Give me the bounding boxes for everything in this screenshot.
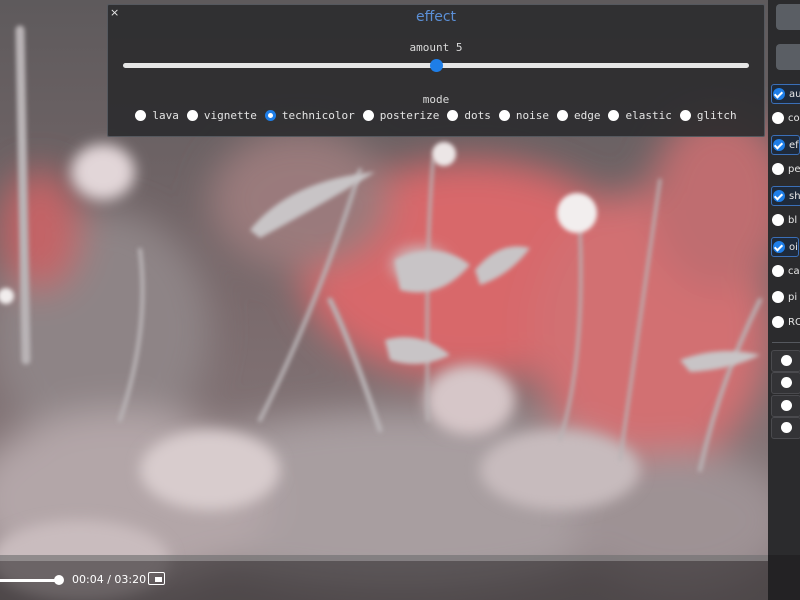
side-item-ef[interactable]: ef bbox=[771, 135, 800, 155]
side-item-label: sh bbox=[789, 190, 800, 202]
mode-option-elastic[interactable]: elastic bbox=[608, 109, 672, 122]
radio-icon[interactable] bbox=[608, 110, 620, 121]
radio-icon[interactable] bbox=[679, 110, 691, 121]
mode-label: mode bbox=[422, 93, 450, 106]
mode-option-label: elastic bbox=[625, 109, 672, 122]
picture-in-picture-icon[interactable] bbox=[148, 572, 165, 585]
radio-icon bbox=[781, 422, 792, 433]
checkbox-icon[interactable] bbox=[772, 163, 784, 175]
seek-bar[interactable] bbox=[0, 555, 768, 561]
side-item-sh[interactable]: sh bbox=[771, 186, 800, 206]
side-item-label: oi bbox=[789, 241, 798, 253]
checkbox-icon[interactable] bbox=[772, 291, 784, 303]
radio-icon[interactable] bbox=[498, 110, 510, 121]
slider-thumb[interactable] bbox=[430, 59, 443, 72]
side-item-au[interactable]: au bbox=[771, 84, 800, 104]
side-button-top[interactable] bbox=[776, 4, 800, 30]
mode-radio-group: lava vignette technicolor posterize dots nois… bbox=[108, 109, 764, 122]
side-item-pe[interactable]: pe bbox=[772, 160, 800, 178]
mode-option-lava[interactable]: lava bbox=[135, 109, 179, 122]
mode-option-technicolor[interactable]: technicolor bbox=[264, 109, 355, 122]
side-divider bbox=[772, 342, 800, 343]
side-item-pi[interactable]: pi bbox=[772, 288, 797, 306]
side-item-ca[interactable]: ca bbox=[772, 262, 800, 280]
checkbox-checked-icon[interactable] bbox=[773, 241, 785, 253]
side-mini-toggle-3[interactable] bbox=[771, 395, 800, 417]
mode-option-label: posterize bbox=[379, 109, 440, 122]
radio-icon[interactable] bbox=[264, 110, 276, 121]
side-item-label: RO bbox=[788, 316, 800, 328]
effect-panel: × effect amount 5 mode lava vignette techn… bbox=[107, 4, 765, 137]
video-control-bar: 00:04 / 03:20 bbox=[0, 555, 800, 600]
radio-icon bbox=[781, 355, 792, 366]
side-item-bl[interactable]: bl bbox=[772, 211, 797, 229]
side-item-oi[interactable]: oi bbox=[771, 237, 799, 257]
side-item-label: pe bbox=[788, 163, 800, 175]
side-item-co[interactable]: co bbox=[772, 109, 800, 127]
side-item-label: co bbox=[788, 112, 800, 124]
mode-option-posterize[interactable]: posterize bbox=[362, 109, 440, 122]
mode-option-label: edge bbox=[573, 109, 601, 122]
mode-option-label: vignette bbox=[203, 109, 257, 122]
amount-slider[interactable] bbox=[123, 59, 749, 72]
checkbox-checked-icon[interactable] bbox=[773, 190, 785, 202]
radio-icon[interactable] bbox=[556, 110, 568, 121]
side-item-ro[interactable]: RO bbox=[772, 313, 800, 331]
radio-icon bbox=[781, 377, 792, 388]
mode-option-label: technicolor bbox=[281, 109, 355, 122]
side-button-second[interactable] bbox=[776, 44, 800, 70]
side-item-label: pi bbox=[788, 291, 798, 303]
side-item-label: au bbox=[789, 88, 800, 100]
radio-icon[interactable] bbox=[135, 110, 147, 121]
checkbox-icon[interactable] bbox=[772, 112, 784, 124]
mode-option-label: dots bbox=[464, 109, 491, 122]
side-mini-toggle-2[interactable] bbox=[771, 372, 800, 394]
side-item-label: ef bbox=[789, 139, 799, 151]
mode-option-vignette[interactable]: vignette bbox=[186, 109, 257, 122]
side-item-label: bl bbox=[788, 214, 798, 226]
mode-option-glitch[interactable]: glitch bbox=[679, 109, 737, 122]
time-display: 00:04 / 03:20 bbox=[72, 573, 147, 586]
side-control-panel: au co ef pe sh bl oi ca pi RO bbox=[768, 0, 800, 600]
side-mini-toggle-1[interactable] bbox=[771, 350, 800, 372]
mode-option-noise[interactable]: noise bbox=[498, 109, 549, 122]
mode-option-label: noise bbox=[515, 109, 549, 122]
radio-icon bbox=[781, 400, 792, 411]
mode-option-edge[interactable]: edge bbox=[556, 109, 601, 122]
checkbox-icon[interactable] bbox=[772, 316, 784, 328]
mode-option-label: lava bbox=[152, 109, 179, 122]
volume-slider[interactable] bbox=[0, 579, 60, 582]
radio-icon[interactable] bbox=[447, 110, 459, 121]
checkbox-icon[interactable] bbox=[772, 214, 784, 226]
radio-icon[interactable] bbox=[362, 110, 374, 121]
volume-thumb[interactable] bbox=[54, 575, 64, 585]
radio-icon[interactable] bbox=[186, 110, 198, 121]
amount-label: amount 5 bbox=[409, 41, 463, 54]
panel-title: effect bbox=[415, 9, 457, 25]
mode-option-dots[interactable]: dots bbox=[447, 109, 491, 122]
checkbox-checked-icon[interactable] bbox=[773, 139, 785, 151]
checkbox-icon[interactable] bbox=[772, 265, 784, 277]
mode-option-label: glitch bbox=[696, 109, 737, 122]
side-mini-toggle-4[interactable] bbox=[771, 417, 800, 439]
side-item-label: ca bbox=[788, 265, 800, 277]
checkbox-checked-icon[interactable] bbox=[773, 88, 785, 100]
